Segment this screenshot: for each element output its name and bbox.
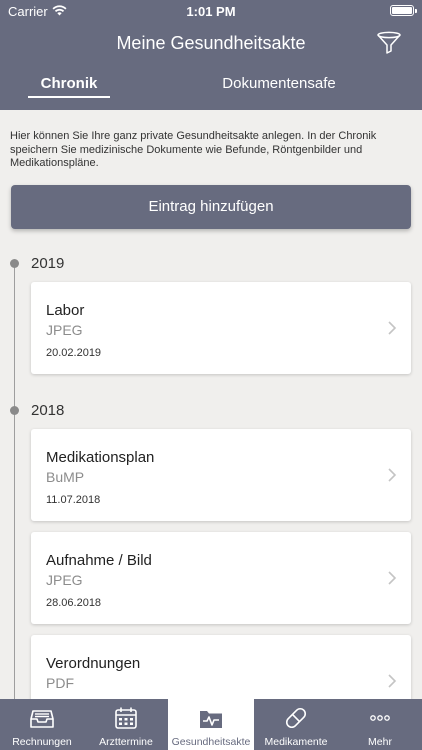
status-time: 1:01 PM: [186, 4, 236, 19]
chevron-right-icon: [388, 674, 397, 688]
tabbar-item-gesundheitsakte[interactable]: Gesundheitsakte: [168, 699, 254, 750]
entry-type: BuMP: [46, 469, 85, 485]
tab-dokumentensafe-label: Dokumentensafe: [222, 75, 336, 92]
header: Carrier 1:01 PM Meine Gesundheitsakte Ch…: [0, 0, 422, 110]
entry-title: Verordnungen: [46, 655, 141, 672]
chevron-right-icon: [388, 468, 397, 482]
intro-text: Hier können Sie Ihre ganz private Gesund…: [10, 130, 377, 169]
entry-date: 28.06.2018: [46, 597, 102, 609]
calendar-icon: [115, 707, 137, 729]
tab-dokumentensafe[interactable]: Dokumentensafe: [210, 75, 348, 92]
filter-icon[interactable]: [376, 31, 402, 55]
tabbar-item-mehr[interactable]: Mehr: [338, 699, 422, 750]
timeline-entry-card[interactable]: Labor JPEG 20.02.2019: [31, 282, 411, 374]
tabbar-label: Gesundheitsakte: [171, 736, 251, 748]
year-heading: 2018: [31, 402, 65, 419]
status-bar: Carrier 1:01 PM: [0, 0, 422, 22]
entry-date: 11.07.2018: [46, 494, 101, 506]
tabbar-item-arzttermine[interactable]: Arzttermine: [84, 699, 168, 750]
timeline-dot: [10, 406, 19, 415]
tabbar-label: Arzttermine: [99, 736, 153, 748]
timeline-entry-card[interactable]: Medikationsplan BuMP 11.07.2018: [31, 429, 411, 521]
tabbar-item-medikamente[interactable]: Medikamente: [254, 699, 338, 750]
pill-icon: [285, 707, 307, 729]
timeline-entry-card[interactable]: Aufnahme / Bild JPEG 28.06.2018: [31, 532, 411, 624]
tab-active-indicator: [28, 96, 110, 98]
entry-title: Medikationsplan: [46, 449, 155, 466]
page-title: Meine Gesundheitsakte: [116, 33, 306, 53]
entry-title: Labor: [46, 302, 85, 319]
entry-type: JPEG: [46, 572, 83, 588]
entry-date: 20.02.2019: [46, 347, 102, 359]
health-folder-icon: [200, 711, 222, 728]
timeline-line: [14, 264, 15, 704]
add-entry-button[interactable]: Eintrag hinzufügen: [11, 185, 411, 229]
inbox-icon: [30, 710, 54, 728]
tabbar-label: Medikamente: [264, 736, 328, 748]
battery-icon: [390, 5, 417, 16]
bottom-tab-bar: Rechnungen Arzttermine Gesundheitsakte M…: [0, 699, 422, 750]
more-icon: [370, 715, 390, 721]
entry-type: JPEG: [46, 322, 83, 338]
entry-type: PDF: [46, 675, 74, 691]
tab-chronik[interactable]: Chronik: [28, 75, 110, 98]
tabbar-item-rechnungen[interactable]: Rechnungen: [0, 699, 84, 750]
entry-title: Aufnahme / Bild: [46, 552, 152, 569]
tabbar-label: Mehr: [368, 736, 392, 748]
tab-chronik-label: Chronik: [40, 75, 98, 92]
year-heading: 2019: [31, 255, 65, 272]
timeline-dot: [10, 259, 19, 268]
chevron-right-icon: [388, 321, 397, 335]
chevron-right-icon: [388, 571, 397, 585]
tabbar-label: Rechnungen: [12, 736, 72, 748]
